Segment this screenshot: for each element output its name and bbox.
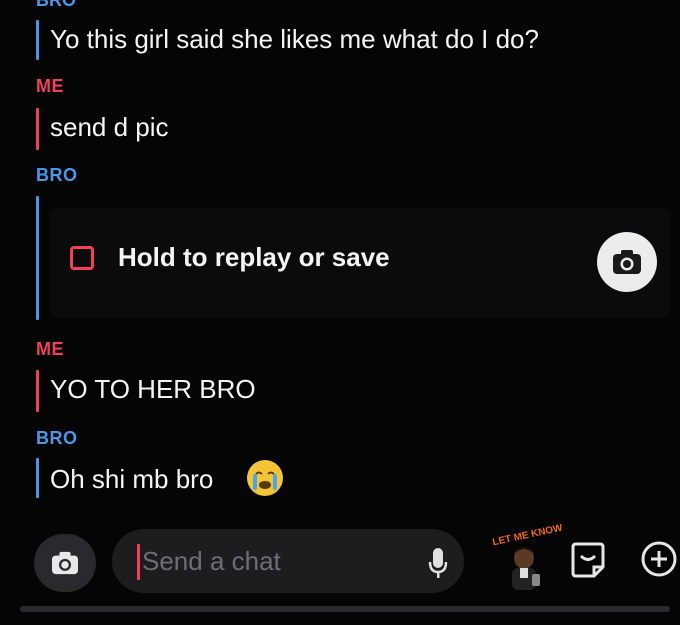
message-bar — [36, 458, 39, 498]
sender-label: BRO — [36, 165, 78, 185]
camera-icon — [52, 551, 78, 575]
bitmoji-avatar-icon — [512, 547, 540, 590]
bitmoji-button[interactable]: LET ME KNOW — [490, 523, 563, 594]
snap-indicator-icon — [70, 246, 94, 270]
snap-replay-label: Hold to replay or save — [118, 242, 390, 272]
camera-button[interactable] — [34, 534, 96, 592]
message-text: send d pic — [50, 112, 169, 142]
plus-icon — [641, 541, 677, 577]
message-bar — [36, 20, 39, 60]
sender-label: BRO — [36, 428, 78, 448]
message-bar — [36, 196, 39, 320]
sticker-icon — [571, 542, 605, 578]
chat-input-placeholder: Send a chat — [142, 546, 281, 576]
save-snap-camera-button[interactable] — [597, 232, 657, 292]
message-text: Yo this girl said she likes me what do I… — [50, 24, 539, 54]
microphone-button[interactable] — [428, 546, 448, 582]
message-bar — [36, 370, 39, 412]
message-text: YO TO HER BRO — [50, 374, 256, 404]
camera-icon — [613, 250, 641, 274]
home-indicator-strip — [20, 606, 670, 612]
crying-emoji-icon — [247, 460, 283, 496]
message-bar — [36, 108, 39, 150]
plus-button[interactable] — [640, 540, 678, 578]
sender-label: ME — [36, 339, 64, 359]
sender-label-cutoff: BRO — [36, 0, 76, 10]
message-text: Oh shi mb bro — [50, 464, 214, 494]
microphone-icon — [428, 548, 448, 578]
text-cursor — [137, 544, 140, 580]
sticker-button[interactable] — [570, 540, 606, 578]
sender-label: ME — [36, 76, 64, 96]
